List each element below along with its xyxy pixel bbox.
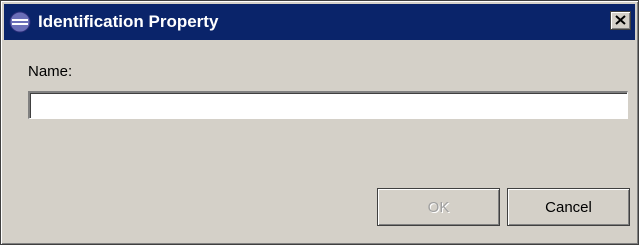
close-button[interactable] [610, 11, 631, 30]
title-bar[interactable]: Identification Property [4, 4, 635, 40]
close-icon [615, 12, 626, 30]
eclipse-icon [8, 10, 32, 34]
identification-property-dialog: Identification Property Name: OK Cancel [0, 0, 639, 245]
window-title: Identification Property [38, 12, 219, 31]
name-input[interactable] [28, 91, 628, 119]
ok-button[interactable]: OK [377, 188, 500, 226]
cancel-button[interactable]: Cancel [507, 188, 630, 226]
name-label: Name: [28, 63, 73, 80]
